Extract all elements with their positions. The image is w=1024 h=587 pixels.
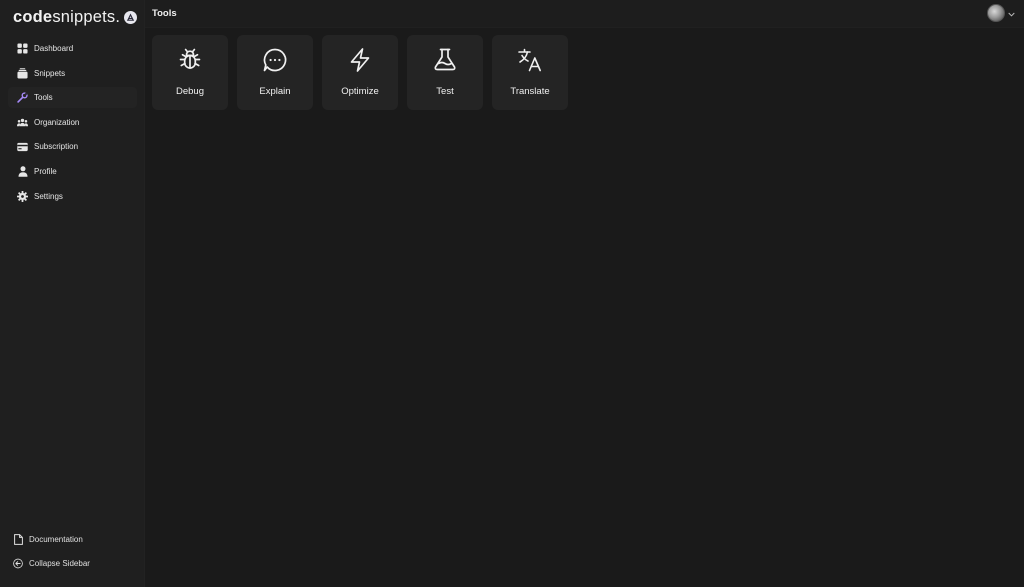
flask-icon [432, 47, 458, 73]
documentation-link[interactable]: Documentation [8, 530, 137, 548]
tool-card-debug[interactable]: Debug [152, 35, 228, 110]
sidebar-item-settings[interactable]: Settings [8, 186, 137, 207]
logo-badge-icon [124, 11, 138, 24]
tool-card-optimize[interactable]: Optimize [322, 35, 398, 110]
page-title: Tools [152, 8, 177, 19]
avatar [987, 4, 1005, 22]
user-icon [17, 166, 28, 177]
sidebar-item-label: Profile [34, 166, 57, 176]
tool-label: Optimize [341, 86, 379, 97]
sidebar-item-label: Snippets [34, 68, 66, 78]
sidebar-item-tools[interactable]: Tools [8, 87, 137, 109]
sidebar-item-label: Subscription [34, 142, 79, 152]
grid-icon [17, 43, 28, 54]
sidebar-item-profile[interactable]: Profile [8, 161, 137, 182]
tool-label: Explain [259, 86, 291, 97]
credit-card-icon [17, 141, 28, 152]
tool-card-test[interactable]: Test [407, 35, 483, 110]
chat-bubble-icon [262, 47, 288, 73]
tool-label: Test [436, 86, 454, 97]
brand-logo[interactable]: codesnippets. [13, 7, 138, 27]
sidebar-item-label: Tools [34, 93, 53, 103]
arrow-left-circle-icon [13, 558, 23, 569]
logo-text-rest: snippets. [52, 7, 121, 26]
logo-text: codesnippets. [13, 8, 120, 27]
tools-grid: Debug Explain Optimize Test Translate [152, 35, 568, 110]
sidebar-item-label: Dashboard [34, 44, 74, 53]
sidebar-item-label: Organization [34, 117, 80, 127]
tool-label: Translate [510, 86, 550, 97]
stack-icon [17, 67, 28, 79]
lightning-icon [347, 47, 373, 73]
bug-icon [177, 47, 203, 73]
user-menu[interactable] [987, 4, 1015, 22]
top-header: Tools [145, 0, 1024, 28]
sidebar-item-organization[interactable]: Organization [8, 112, 137, 133]
sidebar-bottom-links: Documentation Collapse Sidebar [8, 530, 137, 579]
sidebar-item-snippets[interactable]: Snippets [8, 63, 137, 84]
sidebar-nav: Dashboard Snippets Tools Organization Su… [8, 38, 137, 210]
tool-card-translate[interactable]: Translate [492, 35, 568, 110]
collapse-sidebar-label: Collapse Sidebar [29, 559, 90, 568]
tool-label: Debug [176, 86, 204, 97]
sidebar: codesnippets. Dashboard Snippets Tools O… [0, 0, 145, 587]
translate-icon [517, 47, 543, 73]
sidebar-item-subscription[interactable]: Subscription [8, 136, 137, 157]
sidebar-item-dashboard[interactable]: Dashboard [8, 38, 137, 59]
sidebar-item-label: Settings [34, 191, 63, 201]
documentation-label: Documentation [29, 534, 83, 544]
chevron-down-icon [1008, 4, 1015, 22]
logo-text-bold: code [13, 7, 53, 26]
collapse-sidebar-button[interactable]: Collapse Sidebar [8, 555, 137, 573]
wrench-icon [17, 92, 28, 103]
document-icon [13, 533, 23, 545]
tool-card-explain[interactable]: Explain [237, 35, 313, 110]
gear-icon [17, 190, 28, 202]
users-icon [17, 117, 28, 128]
